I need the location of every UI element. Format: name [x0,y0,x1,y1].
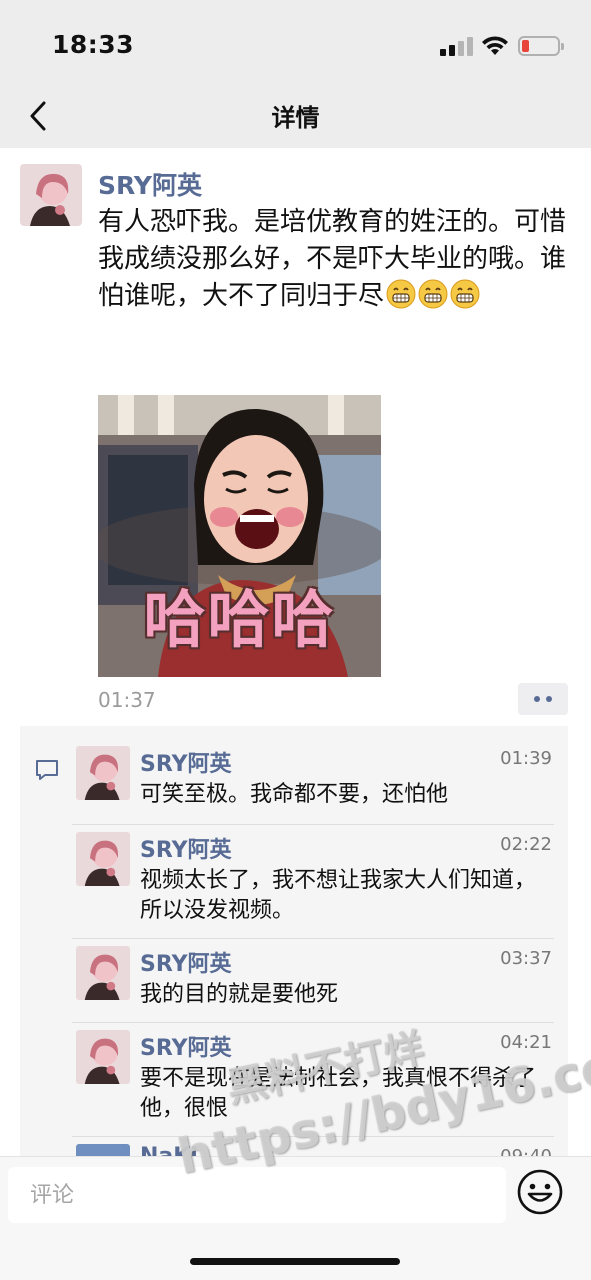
comment-item[interactable]: SRY阿英 04:21 要不是现在是法制社会，我真恨不得杀了他，很恨 [72,1030,568,1130]
page-title: 详情 [271,104,320,132]
comment-time: 04:21 [500,1032,552,1053]
post-image[interactable]: 哈哈哈 [98,395,381,677]
grin-emoji-icon [418,279,448,309]
comment-text: 我的目的就是要他死 [140,982,339,1007]
comment-time: 03:37 [500,948,552,969]
status-bar: 18:33 [0,0,591,84]
comment-item[interactable]: SRY阿英 03:37 我的目的就是要他死 [72,946,568,1026]
comment-text: 要不是现在是法制社会，我真恨不得杀了他，很恨 [140,1066,537,1121]
wifi-icon [482,36,508,55]
post-author-avatar[interactable] [20,164,82,226]
battery-icon [518,36,564,56]
comment-item[interactable]: SRY阿英 01:39 可笑至极。我命都不要，还怕他 [72,746,568,836]
emoji-button[interactable] [515,1167,565,1217]
more-actions-button[interactable] [518,683,568,715]
divider [72,824,554,825]
comment-text: 视频太长了，我不想让我家大人们知道，所以没发视频。 [140,868,537,923]
grin-emoji-icon [386,279,416,309]
comment-author-name[interactable]: SRY阿英 [140,832,232,864]
post-image-caption: 哈哈哈 [143,583,336,656]
post-author-name[interactable]: SRY阿英 [98,166,202,202]
status-time: 18:33 [52,30,135,59]
comment-author-avatar[interactable] [76,746,130,800]
comment-author-name[interactable]: SRY阿英 [140,1030,232,1062]
home-indicator [190,1258,400,1265]
battery-level [522,40,529,52]
dot-icon [546,696,552,702]
grin-emoji-icon [450,279,480,309]
comment-author-name[interactable]: SRY阿英 [140,746,232,778]
post-text: 有人恐吓我。是培优教育的姓汪的。可惜我成绩没那么好，不是吓大毕业的哦。谁怕谁呢，… [98,204,568,315]
comment-text: 可笑至极。我命都不要，还怕他 [140,782,449,807]
comment-item[interactable]: SRY阿英 02:22 视频太长了，我不想让我家大人们知道，所以没发视频。 [72,832,568,932]
comment-time: 01:39 [500,748,552,769]
post-text-body: 有人恐吓我。是培优教育的姓汪的。可惜我成绩没那么好，不是吓大毕业的哦。谁怕谁呢，… [98,207,567,311]
signal-icon [440,36,474,56]
comment-bubble-icon [36,760,58,780]
divider [72,1022,554,1023]
comment-time: 02:22 [500,834,552,855]
nav-bar: 详情 [0,84,591,148]
smiley-icon [517,1169,563,1215]
comment-author-avatar[interactable] [76,1030,130,1084]
comment-author-avatar[interactable] [76,946,130,1000]
comment-input[interactable] [8,1167,506,1223]
comments-section: SRY阿英 01:39 可笑至极。我命都不要，还怕他 SRY阿英 02:22 视… [20,726,568,1166]
post-time: 01:37 [98,688,156,712]
dot-icon [534,696,540,702]
divider [72,938,554,939]
comment-author-avatar[interactable] [76,832,130,886]
divider [72,1136,554,1137]
comment-author-name[interactable]: SRY阿英 [140,946,232,978]
